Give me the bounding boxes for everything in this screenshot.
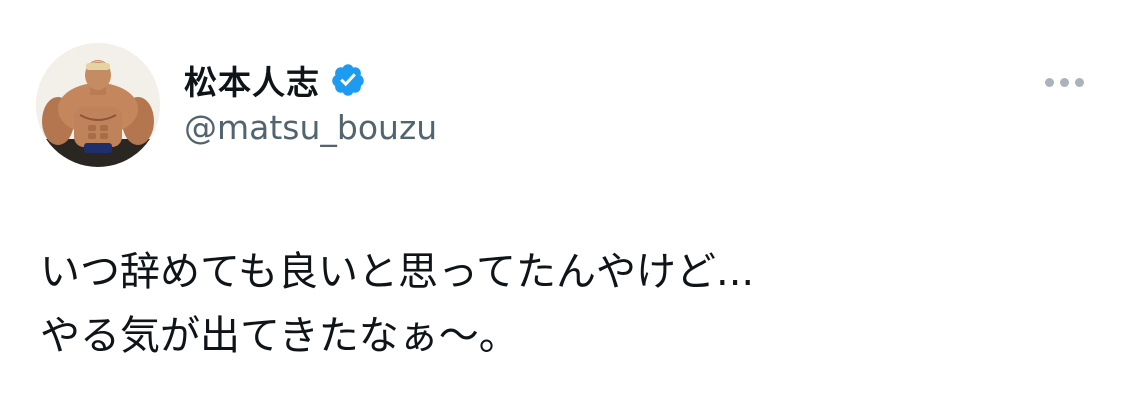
- more-dot-icon: [1059, 77, 1069, 87]
- bodybuilder-figure-avatar-image: [36, 43, 160, 167]
- tweet-text-line-2: やる気が出てきたなぁ〜。: [40, 313, 519, 359]
- more-dot-icon: [1044, 77, 1054, 87]
- author-name-row: 松本人志: [184, 56, 366, 104]
- avatar[interactable]: [36, 43, 160, 167]
- tweet-text-line-1: いつ辞めても良いと思ってたんやけど...: [40, 249, 755, 295]
- more-dot-icon: [1074, 77, 1084, 87]
- display-name[interactable]: 松本人志: [184, 56, 320, 104]
- tweet-card: 松本人志 @matsu_bouzu いつ辞めても良いと思ってたんやけど... や…: [0, 0, 1125, 412]
- tweet-text: いつ辞めても良いと思ってたんやけど... やる気が出てきたなぁ〜。: [40, 240, 1080, 368]
- author-handle[interactable]: @matsu_bouzu: [184, 108, 437, 147]
- verified-badge-icon: [330, 62, 366, 98]
- more-options-button[interactable]: [1038, 64, 1090, 100]
